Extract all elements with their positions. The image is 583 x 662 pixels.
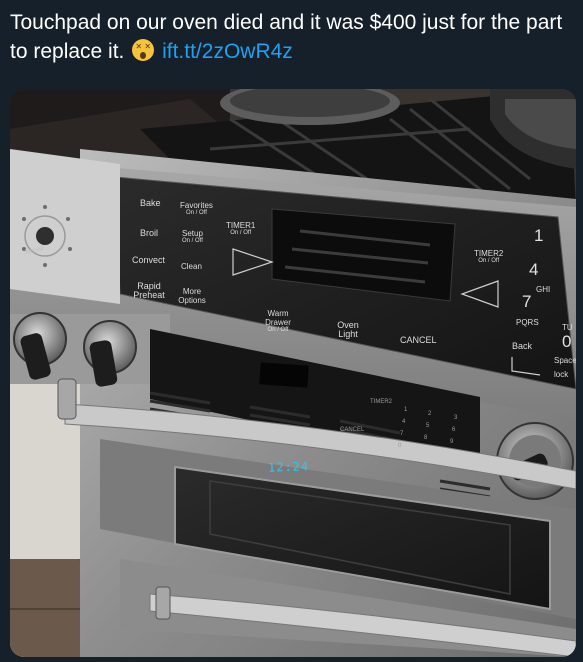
- back-key[interactable]: Back: [512, 342, 532, 351]
- key-4[interactable]: 4: [529, 261, 538, 278]
- lower-key-4[interactable]: 4: [402, 419, 405, 426]
- lower-key-8[interactable]: 8: [424, 435, 427, 442]
- key-1[interactable]: 1: [534, 227, 543, 244]
- timer1-sub: On / Off: [230, 230, 252, 236]
- oven-light-key[interactable]: Oven Light: [333, 321, 363, 339]
- warm-drawer-key[interactable]: Warm Drawer On / Off: [258, 309, 298, 334]
- lower-key-7[interactable]: 7: [400, 431, 403, 438]
- favorites-sub: On / Off: [186, 210, 207, 216]
- broil-key[interactable]: Broil: [140, 229, 158, 238]
- rapid-preheat-key[interactable]: Rapid Preheat: [129, 282, 169, 300]
- cancel-key[interactable]: CANCEL: [400, 336, 437, 345]
- key-4-letters: GHI: [536, 285, 551, 294]
- lower-key-1[interactable]: 1: [404, 407, 407, 414]
- lower-timer-key[interactable]: TIMER2: [370, 399, 392, 406]
- oven-photo-image: [10, 89, 576, 657]
- key-7[interactable]: 7: [522, 293, 531, 310]
- warm-drawer-label: Warm Drawer: [265, 309, 291, 327]
- tweet-link[interactable]: ift.tt/2zOwR4z: [162, 40, 293, 63]
- bake-key[interactable]: Bake: [140, 199, 161, 208]
- lower-cancel-key[interactable]: CANCEL: [340, 427, 364, 434]
- convect-key[interactable]: Convect: [132, 256, 165, 265]
- timer2-sub: On / Off: [478, 258, 500, 264]
- lower-key-3[interactable]: 3: [454, 415, 457, 422]
- lower-key-6[interactable]: 6: [452, 427, 455, 434]
- tu-fragment: TU: [562, 323, 573, 332]
- timer1-label: TIMER1: [226, 221, 256, 230]
- key-7-letters: PQRS: [516, 318, 539, 327]
- favorites-label: Favorites: [180, 201, 213, 210]
- clock-display: 12:24: [267, 459, 310, 475]
- tweet-text: Touchpad on our oven died and it was $40…: [10, 8, 578, 66]
- lock-label: lock: [554, 370, 569, 379]
- timer2-label: TIMER2: [474, 249, 504, 258]
- setup-sub: On / Off: [182, 238, 203, 244]
- key-0-letters: Space: [554, 356, 576, 365]
- warm-drawer-sub: On / Off: [267, 327, 289, 333]
- setup-key[interactable]: Setup On / Off: [182, 229, 203, 245]
- oven-photo[interactable]: JennAir Bake Broil Convect Rapid Preheat…: [10, 89, 576, 657]
- lower-key-5[interactable]: 5: [426, 423, 429, 430]
- timer1-key[interactable]: TIMER1 On / Off: [226, 221, 255, 237]
- lower-key-9[interactable]: 9: [450, 439, 453, 446]
- lower-key-2[interactable]: 2: [428, 411, 431, 418]
- clean-key[interactable]: Clean: [181, 262, 202, 271]
- key-0[interactable]: 0: [562, 333, 571, 350]
- lower-key-0[interactable]: 0: [398, 443, 401, 450]
- setup-label: Setup: [182, 229, 203, 238]
- favorites-key[interactable]: Favorites On / Off: [180, 201, 213, 217]
- more-options-key[interactable]: More Options: [174, 287, 210, 305]
- astonished-face-emoji-icon: ✕ ✕: [132, 39, 155, 61]
- timer2-key[interactable]: TIMER2 On / Off: [474, 249, 503, 265]
